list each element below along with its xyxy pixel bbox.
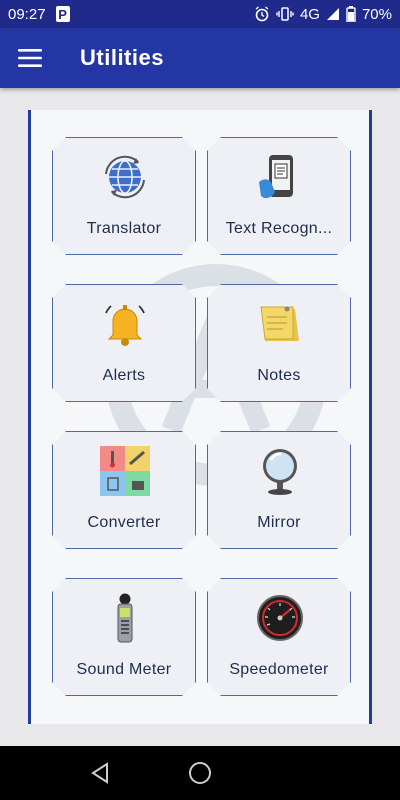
speedometer-icon xyxy=(255,593,305,643)
battery-icon xyxy=(346,6,356,22)
back-icon[interactable] xyxy=(88,761,112,785)
app-bar: Utilities xyxy=(0,28,400,88)
tile-label-alerts: Alerts xyxy=(102,367,146,384)
tile-label-translator: Translator xyxy=(86,220,162,237)
tile-label-converter: Converter xyxy=(87,514,161,531)
network-type: 4G xyxy=(299,5,320,23)
system-nav-bar xyxy=(0,746,400,800)
tile-label-text-recognition: Text Recogn... xyxy=(225,220,333,237)
sticky-note-icon xyxy=(255,299,305,349)
globe-translate-icon xyxy=(100,152,150,202)
hamburger-menu-icon xyxy=(18,49,42,67)
tile-label-notes: Notes xyxy=(257,367,301,384)
home-icon[interactable] xyxy=(187,760,213,786)
status-bar: 09:27 P 4G 70% xyxy=(0,0,400,28)
utilities-panel: Translator Text Recogn... Alerts Notes C… xyxy=(28,110,372,724)
page-title: Utilities xyxy=(80,45,164,70)
unit-converter-icon xyxy=(100,446,150,496)
mirror-icon xyxy=(255,446,305,496)
vibrate-icon xyxy=(276,7,294,21)
bell-icon xyxy=(100,299,150,349)
mirror-tile[interactable]: Mirror xyxy=(207,431,351,549)
parking-app-icon: P xyxy=(55,6,70,22)
tile-label-speedometer: Speedometer xyxy=(229,661,329,678)
menu-button[interactable] xyxy=(0,28,60,88)
phone-scan-icon xyxy=(255,152,305,202)
sound-level-meter-icon xyxy=(100,593,150,643)
tile-label-mirror: Mirror xyxy=(257,514,301,531)
translator-tile[interactable]: Translator xyxy=(52,137,196,255)
tile-label-sound-meter: Sound Meter xyxy=(76,661,172,678)
status-time: 09:27 xyxy=(8,5,46,23)
signal-icon xyxy=(326,8,339,20)
text-recognition-tile[interactable]: Text Recogn... xyxy=(207,137,351,255)
alerts-tile[interactable]: Alerts xyxy=(52,284,196,402)
alarm-icon xyxy=(255,6,269,22)
converter-tile[interactable]: Converter xyxy=(52,431,196,549)
notes-tile[interactable]: Notes xyxy=(207,284,351,402)
battery-level: 70% xyxy=(361,5,392,23)
sound-meter-tile[interactable]: Sound Meter xyxy=(52,578,196,696)
speedometer-tile[interactable]: Speedometer xyxy=(207,578,351,696)
